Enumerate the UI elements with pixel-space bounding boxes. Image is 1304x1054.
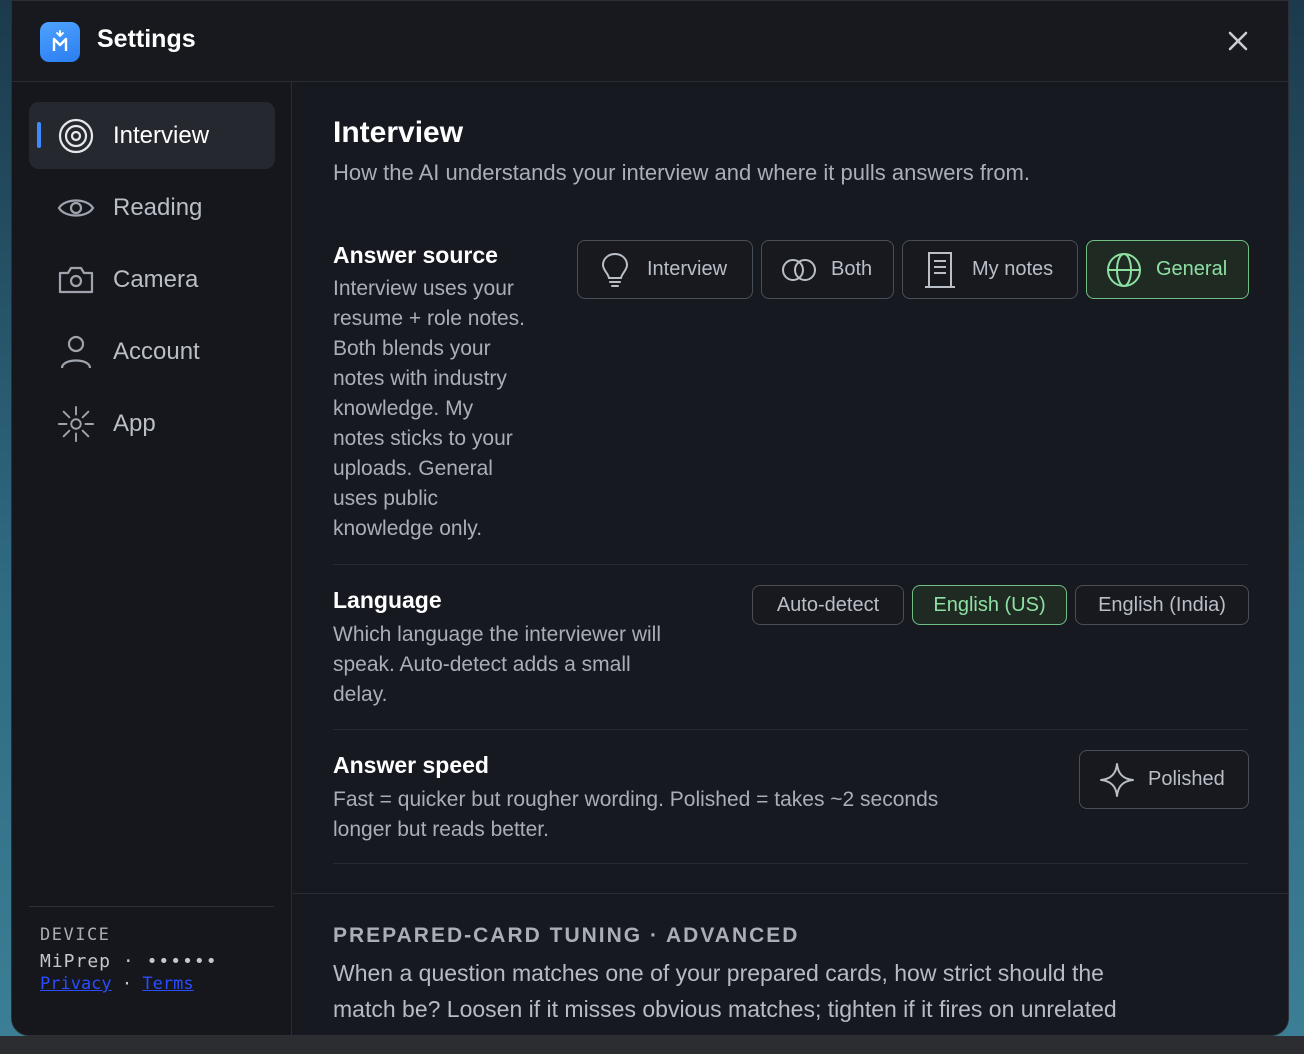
- desc-line: match be? Loosen if it misses obvious ma…: [333, 996, 1117, 1022]
- desc-line: knowledge. My: [333, 397, 474, 420]
- sidebar-item-label: Camera: [113, 266, 199, 293]
- active-indicator: [37, 122, 41, 148]
- desc-line: uses public: [333, 487, 439, 510]
- desc-line: Which language the interviewer will: [333, 623, 661, 646]
- desc-line: uploads. General: [333, 457, 493, 480]
- settings-window: Settings Interview Reading Camera Accoun…: [11, 0, 1289, 1036]
- target-icon: [57, 117, 95, 155]
- privacy-link[interactable]: Privacy: [40, 974, 112, 994]
- answer-source-both-button[interactable]: Both: [761, 240, 894, 299]
- sun-icon: [57, 405, 95, 443]
- device-info: MiPrep · ••••••: [40, 951, 274, 972]
- app-logo-icon: [40, 22, 80, 62]
- language-description: Which language the interviewer will spea…: [333, 620, 733, 710]
- eye-icon: [57, 189, 95, 227]
- option-label: My notes: [972, 258, 1054, 280]
- answer-source-interview-button[interactable]: Interview: [577, 240, 753, 299]
- answer-source-description: Interview uses your resume + role notes.…: [333, 274, 563, 544]
- language-label: Language: [333, 587, 442, 613]
- sidebar-item-label: Interview: [113, 122, 210, 149]
- desc-line: notes sticks to your: [333, 427, 513, 450]
- sidebar-item-label: Reading: [113, 194, 203, 221]
- device-heading: DEVICE: [40, 925, 111, 945]
- sidebar-item-label: Account: [113, 338, 200, 365]
- sidebar-item-interview[interactable]: Interview: [29, 102, 275, 169]
- sidebar-item-app[interactable]: App: [29, 390, 275, 457]
- section-divider: [333, 729, 1248, 730]
- section-divider: [333, 863, 1248, 864]
- desc-line: When a question matches one of your prep…: [333, 960, 1104, 986]
- section-divider: [333, 564, 1248, 565]
- desc-line: Interview uses your: [333, 277, 514, 300]
- user-icon: [57, 333, 95, 371]
- answer-source-general-button[interactable]: General: [1086, 240, 1249, 299]
- answer-speed-description: Fast = quicker but rougher wording. Poli…: [333, 785, 1053, 845]
- language-auto-detect-button[interactable]: Auto-detect: [752, 585, 904, 625]
- camera-icon: [57, 261, 95, 299]
- advanced-heading: PREPARED-CARD TUNING · ADVANCED: [333, 924, 800, 947]
- answer-speed-label: Answer speed: [333, 752, 489, 778]
- desc-line: Both blends your: [333, 337, 491, 360]
- link-separator: ·: [121, 974, 133, 994]
- option-label: Polished: [1148, 768, 1225, 790]
- sidebar-item-camera[interactable]: Camera: [29, 246, 275, 313]
- document-icon: [921, 251, 959, 289]
- answer-speed-polished-button[interactable]: Polished: [1079, 750, 1249, 809]
- option-label: Interview: [647, 258, 728, 280]
- desc-line: Fast = quicker but rougher wording. Poli…: [333, 788, 939, 811]
- option-label: General: [1156, 258, 1228, 280]
- page-title: Interview: [333, 116, 464, 149]
- device-id: ••••••: [146, 951, 218, 972]
- language-english-us-button[interactable]: English (US): [912, 585, 1067, 625]
- desktop-dock-strip: [0, 1036, 1304, 1054]
- sidebar-item-account[interactable]: Account: [29, 318, 275, 385]
- lightbulb-icon: [596, 251, 634, 289]
- sidebar-item-label: App: [113, 410, 156, 437]
- sidebar: Interview Reading Camera Account App DEV…: [12, 82, 292, 1035]
- advanced-description: When a question matches one of your prep…: [333, 955, 1233, 1027]
- option-label: Both: [831, 258, 873, 280]
- answer-source-label: Answer source: [333, 242, 498, 268]
- desc-line: speak. Auto-detect adds a small: [333, 653, 631, 676]
- language-english-india-button[interactable]: English (India): [1075, 585, 1249, 625]
- close-icon: [1228, 31, 1248, 51]
- sidebar-footer: DEVICE MiPrep · •••••• Privacy · Terms: [29, 906, 274, 994]
- desc-line: notes with industry: [333, 367, 507, 390]
- device-name: MiPrep: [40, 951, 112, 972]
- close-button[interactable]: [1224, 27, 1252, 55]
- desc-line: delay.: [333, 683, 388, 706]
- desc-line: resume + role notes.: [333, 307, 526, 330]
- desc-line: knowledge only.: [333, 517, 483, 540]
- device-separator: ·: [122, 951, 135, 972]
- desc-line: longer but reads better.: [333, 818, 549, 841]
- overlap-circles-icon: [780, 251, 818, 289]
- page-subtitle: How the AI understands your interview an…: [333, 160, 1030, 185]
- sparkle-icon: [1098, 761, 1136, 799]
- window-title: Settings: [97, 25, 196, 53]
- footer-links: Privacy · Terms: [40, 974, 274, 994]
- globe-icon: [1105, 251, 1143, 289]
- answer-source-my-notes-button[interactable]: My notes: [902, 240, 1078, 299]
- terms-link[interactable]: Terms: [142, 974, 193, 994]
- title-bar: Settings: [12, 1, 1288, 82]
- sidebar-item-reading[interactable]: Reading: [29, 174, 275, 241]
- advanced-separator: [293, 893, 1288, 894]
- settings-content: Interview How the AI understands your in…: [293, 82, 1288, 1035]
